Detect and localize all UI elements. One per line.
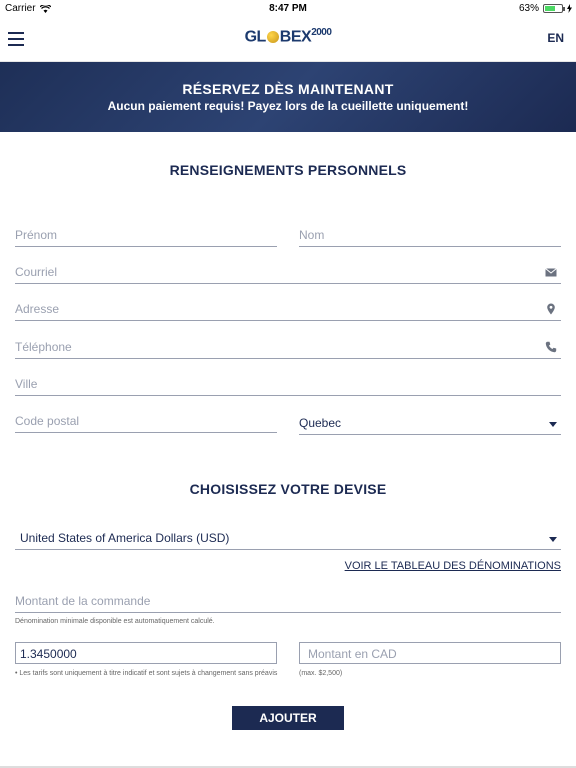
first-name-field[interactable]: Prénom [15,225,277,247]
city-placeholder: Ville [15,377,38,391]
nav-bar: GL BEX2000 EN [0,18,576,62]
email-field[interactable]: Courriel [15,262,561,284]
order-amount-placeholder: Montant de la commande [15,594,151,608]
status-bar: Carrier 8:47 PM 63% [0,0,576,18]
logo-year: 2000 [311,27,332,38]
status-time: 8:47 PM [269,3,307,14]
last-name-field[interactable]: Nom [299,225,561,247]
province-value: Quebec [299,416,342,430]
globe-icon [266,31,279,44]
globex-logo[interactable]: GL BEX2000 [0,27,576,46]
status-right: 63% [519,3,572,14]
personal-info-title: RENSEIGNEMENTS PERSONNELS [169,162,407,178]
exchange-rate-value: 1.3450000 [20,647,77,661]
phone-field[interactable]: Téléphone [15,337,561,359]
last-name-placeholder: Nom [299,228,325,242]
chevron-down-icon [549,537,557,542]
battery-fill [545,6,556,11]
banner-title: RÉSERVEZ DÈS MAINTENANT [182,81,394,97]
currency-select[interactable]: United States of America Dollars (USD) [15,528,561,550]
amount-note: Dénomination minimale disponible est aut… [15,618,215,625]
postal-code-field[interactable]: Code postal [15,411,277,433]
charging-icon [567,4,572,13]
currency-title: CHOISISSEZ VOTRE DEVISE [189,481,387,497]
phone-placeholder: Téléphone [15,340,72,354]
banner-subtitle: Aucun paiement requis! Payez lors de la … [107,99,469,113]
cad-amount-field[interactable]: Montant en CAD [299,642,561,664]
logo-text-left: GL [244,28,267,46]
language-toggle[interactable]: EN [547,31,564,45]
rate-disclaimer: • Les tarifs sont uniquement à titre ind… [15,670,278,677]
email-placeholder: Courriel [15,265,58,279]
cad-max-note: (max. $2,500) [299,670,343,677]
battery-percent: 63% [518,3,539,14]
chevron-down-icon [549,422,557,427]
battery-tip [563,7,565,11]
add-button[interactable]: AJOUTER [232,706,344,730]
currency-selected: United States of America Dollars (USD) [20,531,230,545]
province-select[interactable]: Quebec [299,413,561,435]
address-placeholder: Adresse [15,302,60,316]
phone-icon [545,341,557,353]
exchange-rate-field[interactable]: 1.3450000 [15,642,277,664]
envelope-icon [545,268,557,277]
city-field[interactable]: Ville [15,374,561,396]
denominations-link[interactable]: VOIR LE TABLEAU DES DÉNOMINATIONS [345,560,561,572]
hero-banner: RÉSERVEZ DÈS MAINTENANT Aucun paiement r… [0,62,576,132]
battery-icon [543,4,565,13]
address-field[interactable]: Adresse [15,299,561,321]
postal-code-placeholder: Code postal [15,414,80,428]
first-name-placeholder: Prénom [15,228,58,242]
order-amount-field[interactable]: Montant de la commande [15,591,561,613]
map-pin-icon [547,303,555,315]
logo-text-right: BEX [279,28,312,46]
cad-amount-placeholder: Montant en CAD [308,647,397,661]
